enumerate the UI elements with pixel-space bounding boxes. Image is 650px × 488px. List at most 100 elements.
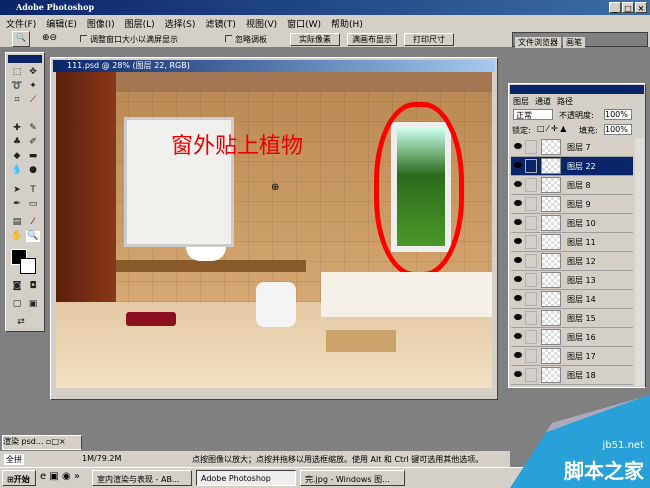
link-icon[interactable]	[525, 273, 537, 287]
opacity-input[interactable]: 100%	[604, 109, 632, 120]
shape-tool-icon[interactable]: ▭	[26, 199, 40, 210]
screen-mode-icon[interactable]: ▢	[10, 299, 24, 310]
doc-size[interactable]: 1M/79.2M	[82, 454, 121, 463]
layer-row[interactable]: 图层 7	[511, 138, 633, 157]
notes-tool-icon[interactable]: ▤	[10, 217, 24, 228]
tab-channels[interactable]: 通道	[535, 96, 551, 107]
tab-layers[interactable]: 图层	[513, 96, 529, 107]
path-select-icon[interactable]: ➤	[10, 185, 24, 196]
blend-mode-select[interactable]: 正常	[513, 109, 553, 120]
link-icon[interactable]	[525, 311, 537, 325]
marquee-tool-icon[interactable]: ⬚	[10, 67, 24, 78]
layer-row[interactable]: 图层 8	[511, 176, 633, 195]
visibility-eye-icon[interactable]	[514, 257, 522, 263]
minimize-button[interactable]: _	[609, 2, 621, 13]
visibility-eye-icon[interactable]	[514, 143, 522, 149]
visibility-eye-icon[interactable]	[514, 295, 522, 301]
visibility-eye-icon[interactable]	[514, 352, 522, 358]
menu-help[interactable]: 帮助(H)	[331, 17, 363, 30]
type-tool-icon[interactable]: T	[26, 185, 40, 196]
layer-row[interactable]: 图层 15	[511, 309, 633, 328]
menu-window[interactable]: 窗口(W)	[287, 17, 321, 30]
image-canvas[interactable]: 窗外贴上植物 ⊕	[56, 72, 492, 388]
healing-brush-icon[interactable]: ✚	[10, 123, 24, 134]
layer-row[interactable]: 图层 16	[511, 328, 633, 347]
menu-filter[interactable]: 滤镜(T)	[205, 17, 236, 30]
start-button[interactable]: ⊞开始	[2, 470, 36, 486]
link-icon[interactable]	[525, 254, 537, 268]
print-size-button[interactable]: 打印尺寸	[404, 33, 454, 46]
background-color[interactable]	[20, 258, 36, 274]
layer-row[interactable]: 图层 11	[511, 233, 633, 252]
link-icon[interactable]	[525, 292, 537, 306]
link-icon[interactable]	[525, 197, 537, 211]
layer-row[interactable]: 图层 13	[511, 271, 633, 290]
menu-file[interactable]: 文件(F)	[6, 17, 36, 30]
dodge-tool-icon[interactable]: ●	[26, 165, 40, 176]
fill-input[interactable]: 100%	[604, 124, 632, 135]
link-icon[interactable]	[525, 330, 537, 344]
link-icon[interactable]	[525, 368, 537, 382]
layer-row[interactable]: 图层 22	[511, 157, 633, 176]
zoom-in-out-icons[interactable]: ⊕⊖	[42, 33, 57, 43]
menu-layer[interactable]: 图层(L)	[125, 17, 155, 30]
history-brush-icon[interactable]: ✐	[26, 137, 40, 148]
maximize-button[interactable]: □	[622, 2, 634, 13]
hand-tool-icon[interactable]: ✋	[10, 231, 24, 242]
link-icon[interactable]	[525, 140, 537, 154]
layer-row[interactable]: 图层 12	[511, 252, 633, 271]
move-tool-icon[interactable]: ✥	[26, 67, 40, 78]
quick-launch-icons[interactable]: e ▣ ◉ »	[40, 471, 80, 482]
visibility-eye-icon[interactable]	[514, 333, 522, 339]
ignore-palettes-checkbox[interactable]: 忽略调板	[225, 34, 267, 45]
menu-image[interactable]: 图像(I)	[87, 17, 115, 30]
pen-tool-icon[interactable]: ✒	[10, 199, 24, 210]
imageready-icon[interactable]: ⇄	[14, 317, 28, 328]
layer-row[interactable]: 图层 17	[511, 347, 633, 366]
ime-mode[interactable]: 全拼	[4, 454, 24, 465]
visibility-eye-icon[interactable]	[514, 238, 522, 244]
layer-row[interactable]: 图层 14	[511, 290, 633, 309]
layer-row[interactable]: 图层 18	[511, 366, 633, 385]
standard-mode-icon[interactable]: ◘	[26, 281, 40, 292]
task-browser[interactable]: 室内渲染与表现 - AB...	[92, 470, 192, 486]
visibility-eye-icon[interactable]	[514, 371, 522, 377]
link-icon[interactable]	[525, 216, 537, 230]
actual-pixels-button[interactable]: 实际像素	[290, 33, 340, 46]
layers-scrollbar[interactable]	[635, 138, 644, 386]
close-button[interactable]: ×	[635, 2, 647, 13]
menu-select[interactable]: 选择(S)	[165, 17, 196, 30]
menu-edit[interactable]: 编辑(E)	[46, 17, 77, 30]
zoom-tool-icon[interactable]: 🔍	[26, 231, 40, 242]
visibility-eye-icon[interactable]	[514, 200, 522, 206]
brush-tool-icon[interactable]: ✎	[26, 123, 40, 134]
lasso-tool-icon[interactable]: ➰	[10, 81, 24, 92]
full-screen-icon[interactable]: ▣	[26, 299, 40, 310]
visibility-eye-icon[interactable]	[514, 219, 522, 225]
magic-wand-icon[interactable]: ✦	[26, 81, 40, 92]
visibility-eye-icon[interactable]	[514, 162, 522, 168]
layer-row[interactable]: 图层 9	[511, 195, 633, 214]
eyedropper-icon[interactable]: ⁄	[26, 217, 40, 228]
layer-row[interactable]: 图层 10	[511, 214, 633, 233]
lock-icons[interactable]: □ ⁄ ✛ ▲	[537, 124, 566, 133]
brushes-tab[interactable]: 画笔	[563, 37, 585, 48]
link-icon[interactable]	[525, 349, 537, 363]
visibility-eye-icon[interactable]	[514, 276, 522, 282]
crop-tool-icon[interactable]: ⌗	[10, 95, 24, 106]
link-icon[interactable]	[525, 159, 537, 173]
quick-mask-icon[interactable]: ◙	[10, 281, 24, 292]
visibility-eye-icon[interactable]	[514, 314, 522, 320]
link-icon[interactable]	[525, 178, 537, 192]
gradient-tool-icon[interactable]: ▬	[26, 151, 40, 162]
minimized-document[interactable]: 渲染 psd... ▫□×	[2, 435, 82, 450]
menu-view[interactable]: 视图(V)	[246, 17, 277, 30]
link-icon[interactable]	[525, 235, 537, 249]
eraser-tool-icon[interactable]: ◆	[10, 151, 24, 162]
visibility-eye-icon[interactable]	[514, 181, 522, 187]
tab-paths[interactable]: 路径	[557, 96, 573, 107]
resize-windows-checkbox[interactable]: 调整窗口大小以满屏显示	[80, 34, 178, 45]
slice-tool-icon[interactable]: ⟋	[26, 95, 40, 106]
stamp-tool-icon[interactable]: ♣	[10, 137, 24, 148]
zoom-tool-preset[interactable]: 🔍	[12, 31, 30, 47]
